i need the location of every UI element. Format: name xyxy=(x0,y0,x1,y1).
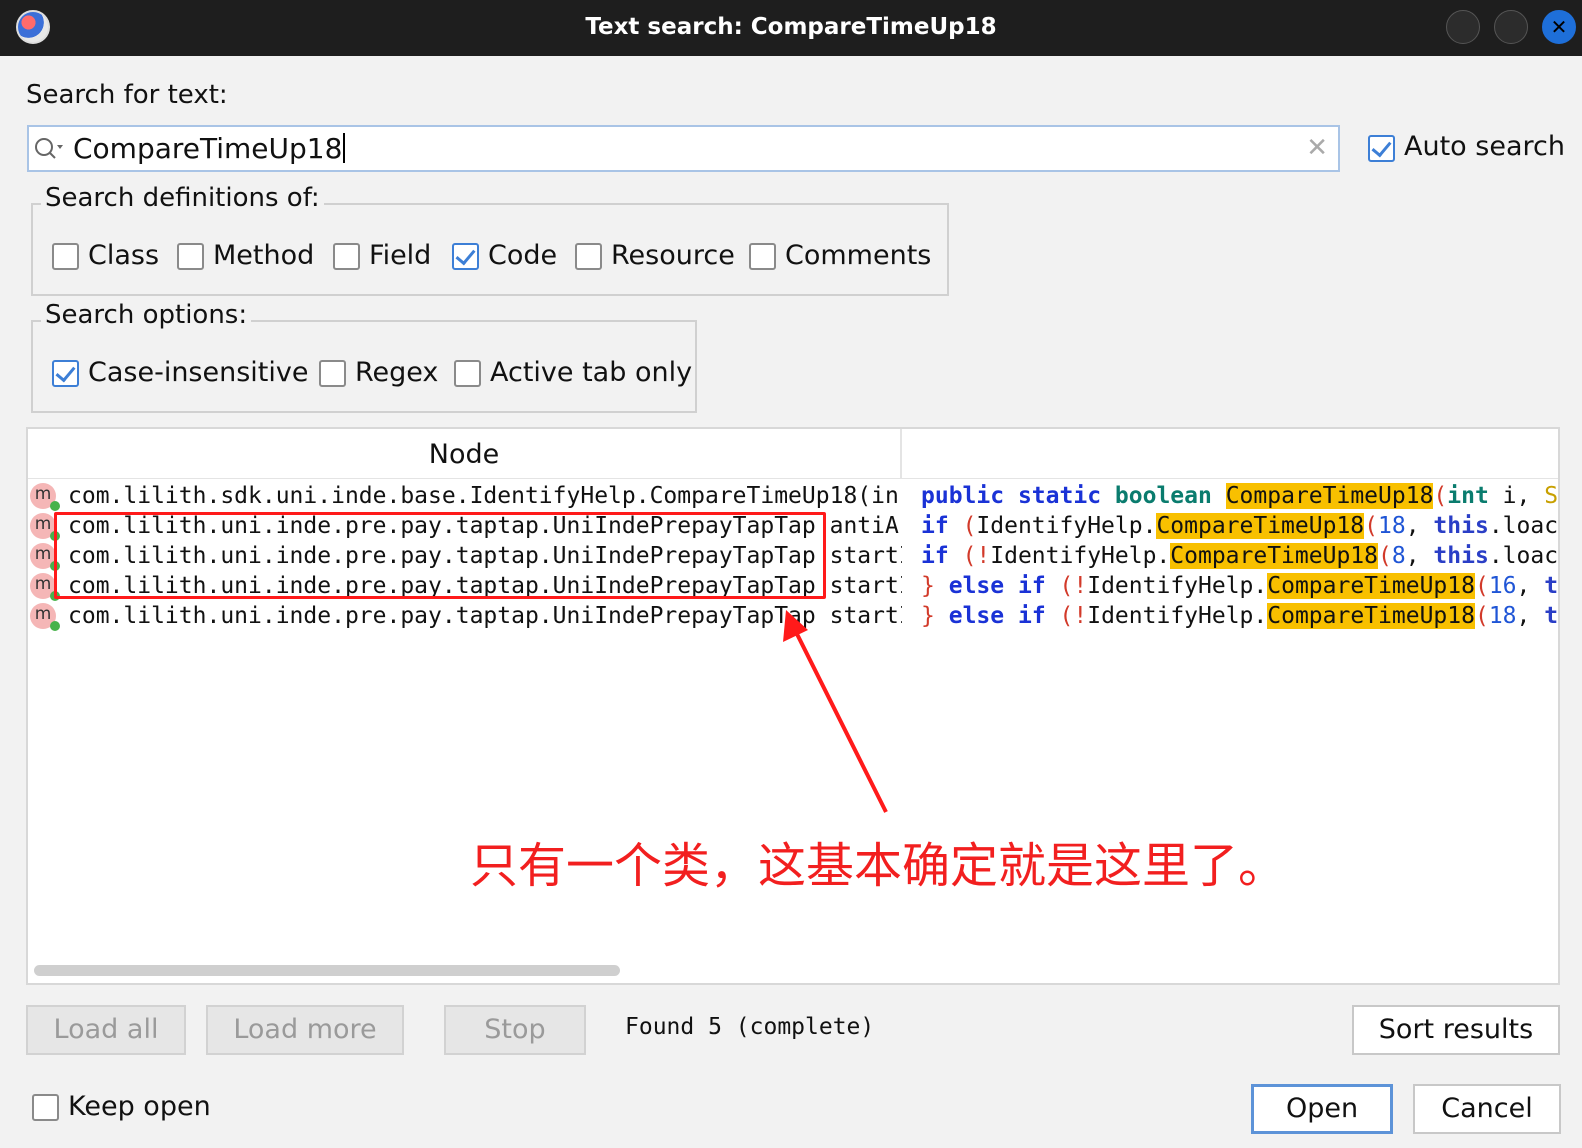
regex-label: Regex xyxy=(355,357,439,388)
window-title: Text search: CompareTimeUp18 xyxy=(585,14,997,40)
comments-label: Comments xyxy=(785,240,932,271)
method-icon: m xyxy=(30,543,60,571)
regex-checkbox[interactable] xyxy=(319,360,346,387)
column-header-node[interactable]: Node xyxy=(28,429,902,479)
minimize-button[interactable] xyxy=(1446,10,1480,44)
search-icon[interactable] xyxy=(33,135,65,163)
row-code: if (IdentifyHelp.CompareTimeUp18(18, thi… xyxy=(921,513,1559,539)
sort-results-button[interactable]: Sort results xyxy=(1352,1005,1560,1055)
row-code: } else if (!IdentifyHelp.CompareTimeUp18… xyxy=(921,603,1559,629)
annotation-highlight-box xyxy=(54,512,826,599)
row-node: com.lilith.uni.inde.pre.pay.taptap.UniIn… xyxy=(68,603,902,629)
resource-label: Resource xyxy=(611,240,735,271)
case-insensitive-label: Case-insensitive xyxy=(88,357,309,388)
row-code: if (!IdentifyHelp.CompareTimeUp18(8, thi… xyxy=(921,543,1559,569)
field-label: Field xyxy=(369,240,432,271)
resource-checkbox[interactable] xyxy=(575,243,602,270)
code-label: Code xyxy=(488,240,558,271)
maximize-button[interactable] xyxy=(1494,10,1528,44)
results-table[interactable]: Node m com.lilith.sdk.uni.inde.base.Iden… xyxy=(26,427,1560,985)
active-tab-only-label: Active tab only xyxy=(490,357,693,388)
keep-open-label: Keep open xyxy=(68,1091,211,1122)
case-insensitive-checkbox[interactable] xyxy=(52,360,79,387)
search-label: Search for text: xyxy=(26,80,228,110)
cancel-button[interactable]: Cancel xyxy=(1413,1084,1561,1134)
search-value: CompareTimeUp18 xyxy=(73,132,343,165)
column-header-code[interactable] xyxy=(904,429,1558,479)
method-icon: m xyxy=(30,513,60,541)
stop-button[interactable]: Stop xyxy=(444,1005,586,1055)
table-row[interactable]: m com.lilith.sdk.uni.inde.base.IdentifyH… xyxy=(28,481,1559,511)
load-more-button[interactable]: Load more xyxy=(206,1005,404,1055)
annotation-text: 只有一个类，这基本确定就是这里了。 xyxy=(470,838,1287,894)
table-row[interactable]: m com.lilith.uni.inde.pre.pay.taptap.Uni… xyxy=(28,601,1559,631)
close-icon: ✕ xyxy=(1550,15,1568,39)
status-text: Found 5 (complete) xyxy=(625,1014,875,1040)
class-label: Class xyxy=(88,240,160,271)
load-all-button[interactable]: Load all xyxy=(26,1005,186,1055)
close-button[interactable]: ✕ xyxy=(1542,10,1576,44)
active-tab-only-checkbox[interactable] xyxy=(454,360,481,387)
comments-checkbox[interactable] xyxy=(749,243,776,270)
row-code: } else if (!IdentifyHelp.CompareTimeUp18… xyxy=(921,573,1559,599)
method-icon: m xyxy=(30,603,60,631)
horizontal-scrollbar[interactable] xyxy=(34,965,620,976)
method-icon: m xyxy=(30,573,60,601)
clear-icon[interactable]: ✕ xyxy=(1306,133,1328,163)
title-bar: Text search: CompareTimeUp18 ✕ xyxy=(0,0,1582,56)
search-options-title: Search options: xyxy=(41,300,252,330)
method-icon: m xyxy=(30,483,60,511)
method-checkbox[interactable] xyxy=(177,243,204,270)
class-checkbox[interactable] xyxy=(52,243,79,270)
row-code: public static boolean CompareTimeUp18(in… xyxy=(921,483,1559,509)
open-button[interactable]: Open xyxy=(1251,1084,1393,1134)
auto-search-label: Auto search xyxy=(1404,131,1565,162)
search-input[interactable]: CompareTimeUp18 ✕ xyxy=(27,125,1340,172)
code-checkbox[interactable] xyxy=(452,243,479,270)
text-caret xyxy=(343,133,346,163)
auto-search-checkbox[interactable] xyxy=(1368,135,1395,162)
search-definitions-title: Search definitions of: xyxy=(41,183,324,213)
method-label: Method xyxy=(213,240,315,271)
keep-open-checkbox[interactable] xyxy=(32,1094,59,1121)
row-node: com.lilith.sdk.uni.inde.base.IdentifyHel… xyxy=(68,483,899,509)
results-header: Node xyxy=(28,429,1558,479)
field-checkbox[interactable] xyxy=(333,243,360,270)
